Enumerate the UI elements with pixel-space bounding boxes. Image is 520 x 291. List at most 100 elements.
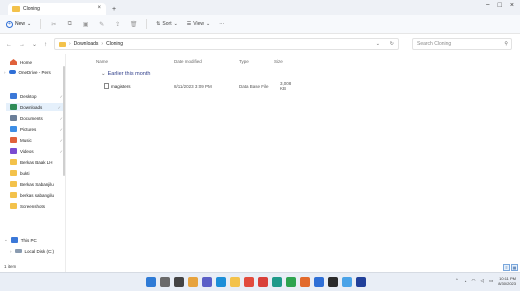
documents-icon [10, 115, 17, 121]
app-orange-icon[interactable] [300, 277, 310, 287]
sidebar-item-pictures[interactable]: Pictures ✓ [10, 125, 66, 133]
folder-icon [12, 6, 20, 12]
table-row[interactable]: magisters 8/11/2023 3:09 PM Data Base Fi… [104, 81, 291, 91]
sidebar-item-desktop[interactable]: Desktop ✓ [10, 92, 66, 100]
folder-icon [10, 203, 17, 209]
folder-icon [10, 170, 17, 176]
explorer-icon[interactable] [230, 277, 240, 287]
view-button[interactable]: ☰ View ⌄ [187, 21, 210, 27]
network-icon[interactable]: ◔ [464, 279, 467, 284]
address-dropdown-icon[interactable]: ⌄ [376, 41, 380, 47]
command-bar: + New ⌄ ✂ ⧉ ▣ ✎ ⇪ 🗑 ⇅ Sort ⌄ ☰ View ⌄ ··… [0, 15, 520, 34]
rename-icon[interactable]: ✎ [98, 21, 105, 28]
videos-icon [10, 148, 17, 154]
widgets-icon[interactable] [188, 277, 198, 287]
chevron-up-icon[interactable]: ⌃ [455, 278, 459, 284]
sort-button[interactable]: ⇅ Sort ⌄ [156, 21, 178, 27]
chevron-right-icon: › [4, 69, 6, 75]
breadcrumb-item-downloads[interactable]: Downloads [74, 41, 99, 47]
column-header-name[interactable]: Name [96, 59, 108, 67]
teams-icon[interactable] [202, 277, 212, 287]
column-header-date-modified[interactable]: Date modified [174, 59, 202, 67]
app-lightblue-icon[interactable] [342, 277, 352, 287]
sidebar-item-label: Pictures [20, 126, 37, 132]
sidebar-item-label: Downloads [20, 104, 43, 110]
plus-icon: + [6, 20, 13, 28]
more-button[interactable]: ··· [219, 21, 224, 27]
pictures-icon [10, 126, 17, 132]
tiles-view-button[interactable]: ▦ [511, 264, 518, 271]
sidebar-item-onedrive[interactable]: › OneDrive - Pers [4, 68, 60, 76]
file-date: 8/11/2023 3:09 PM [174, 83, 212, 89]
sidebar-item-berkas-sabangilu[interactable]: berkas sabangilu [10, 191, 66, 199]
wifi-icon[interactable]: ◠ [472, 278, 476, 284]
app-navy-icon[interactable] [356, 277, 366, 287]
tab-close-icon[interactable]: × [97, 5, 101, 11]
app-teal-icon[interactable] [272, 277, 282, 287]
chrome-icon[interactable] [244, 277, 254, 287]
file-type: Data Base File [239, 83, 269, 89]
cut-icon[interactable]: ✂ [50, 21, 57, 28]
folder-icon [10, 181, 17, 187]
paste-icon[interactable]: ▣ [82, 21, 89, 28]
maximize-button[interactable]: □ [498, 2, 502, 9]
clock[interactable]: 10:11 PM 8/30/2023 [498, 276, 516, 286]
pin-icon: ✓ [57, 104, 61, 110]
refresh-icon[interactable]: ↻ [390, 41, 394, 47]
search-icon: ⚲ [504, 41, 508, 47]
sidebar-scrollbar[interactable] [63, 66, 65, 176]
minimize-button[interactable]: − [486, 2, 490, 9]
start-icon[interactable] [146, 277, 156, 287]
search-input[interactable]: Search Cloning ⚲ [412, 38, 512, 50]
chevron-down-icon: ⌄ [173, 21, 178, 27]
forward-button[interactable]: → [19, 42, 25, 48]
group-header[interactable]: ⌄ Earlier this month [101, 71, 150, 77]
app-blue-icon[interactable] [314, 277, 324, 287]
tab-cloning[interactable]: Cloning × [8, 3, 106, 15]
new-button[interactable]: + New ⌄ [6, 20, 31, 28]
breadcrumb-item-cloning[interactable]: Cloning [106, 41, 123, 47]
sidebar-item-label: Local Disk (C:) [24, 248, 55, 254]
sidebar-item-documents[interactable]: Documents ✓ [10, 114, 66, 122]
up-button[interactable]: ↑ [44, 42, 47, 48]
sidebar-item-downloads[interactable]: Downloads ✓ [6, 103, 64, 111]
sidebar-item-berkas-sabanjilu[interactable]: Berkas Sabanjilu [10, 180, 66, 188]
sidebar-item-bukti[interactable]: bukti [10, 169, 66, 177]
chevron-down-icon: ⌄ [4, 237, 8, 242]
close-window-button[interactable]: × [510, 2, 514, 9]
sidebar-item-label: This PC [20, 237, 37, 243]
search-icon[interactable] [160, 277, 170, 287]
breadcrumb[interactable]: › Downloads › Cloning ⌄ ↻ [54, 38, 399, 50]
sidebar-item-this-pc[interactable]: ⌄ This PC [4, 236, 60, 244]
details-view-button[interactable]: ≡ [503, 264, 510, 271]
battery-icon[interactable]: ▭ [489, 278, 493, 284]
sidebar-item-videos[interactable]: Videos ✓ [10, 147, 66, 155]
sidebar-item-berkas-baak-lh[interactable]: Berkas Baak LH [10, 158, 66, 166]
task-view-icon[interactable] [174, 277, 184, 287]
clock-date: 8/30/2023 [498, 281, 516, 286]
sidebar-item-label: berkas sabangilu [20, 192, 55, 198]
sidebar-item-screenshots[interactable]: Screenshots [10, 202, 66, 210]
volume-icon[interactable]: ◁ [480, 278, 483, 284]
new-tab-button[interactable]: + [112, 6, 116, 13]
recent-locations-button[interactable]: ⌄ [32, 41, 37, 48]
sort-icon: ⇅ [156, 21, 161, 27]
sidebar-item-music[interactable]: Music ✓ [10, 136, 66, 144]
share-icon[interactable]: ⇪ [114, 21, 121, 28]
app-green-icon[interactable] [286, 277, 296, 287]
sidebar-item-label: Home [20, 59, 33, 65]
edge-icon[interactable] [216, 277, 226, 287]
search-placeholder: Search Cloning [417, 41, 452, 47]
tab-title: Cloning [23, 6, 40, 12]
sidebar-item-home[interactable]: Home [10, 58, 66, 66]
column-header-type[interactable]: Type [239, 59, 249, 67]
copy-icon[interactable]: ⧉ [66, 21, 73, 28]
app-red-icon[interactable] [258, 277, 268, 287]
column-header-size[interactable]: Size [274, 59, 283, 67]
delete-icon[interactable]: 🗑 [130, 21, 138, 28]
back-button[interactable]: ← [6, 42, 12, 48]
folder-icon [10, 159, 17, 165]
app-dark-icon[interactable] [328, 277, 338, 287]
sidebar-item-local-disk[interactable]: › Local Disk (C:) [10, 247, 66, 255]
chevron-down-icon: ⌄ [101, 71, 106, 77]
